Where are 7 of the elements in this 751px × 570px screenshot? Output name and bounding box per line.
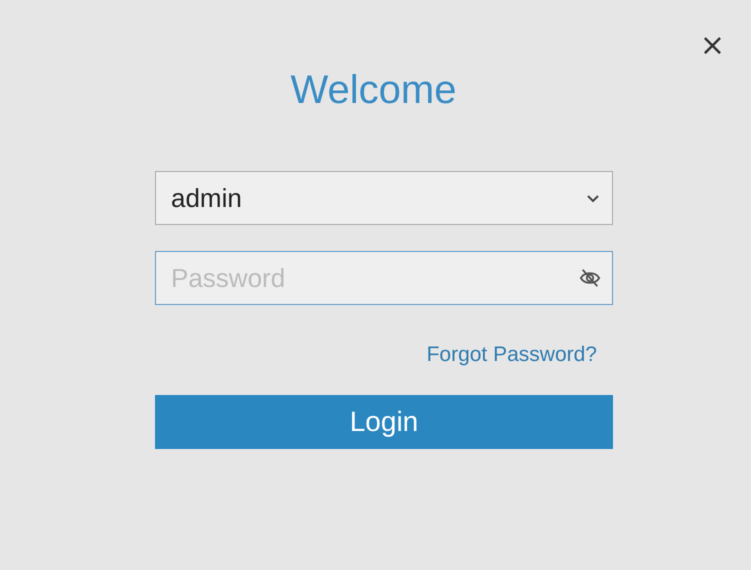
username-dropdown[interactable]: admin bbox=[155, 171, 613, 225]
close-button[interactable]: × bbox=[696, 28, 729, 64]
caret-icon bbox=[586, 193, 600, 203]
dialog-title: Welcome bbox=[290, 68, 458, 113]
eye-off-icon[interactable] bbox=[579, 267, 601, 289]
login-button[interactable]: Login bbox=[155, 395, 613, 449]
forgot-password-link[interactable]: Forgot Password? bbox=[426, 343, 597, 367]
